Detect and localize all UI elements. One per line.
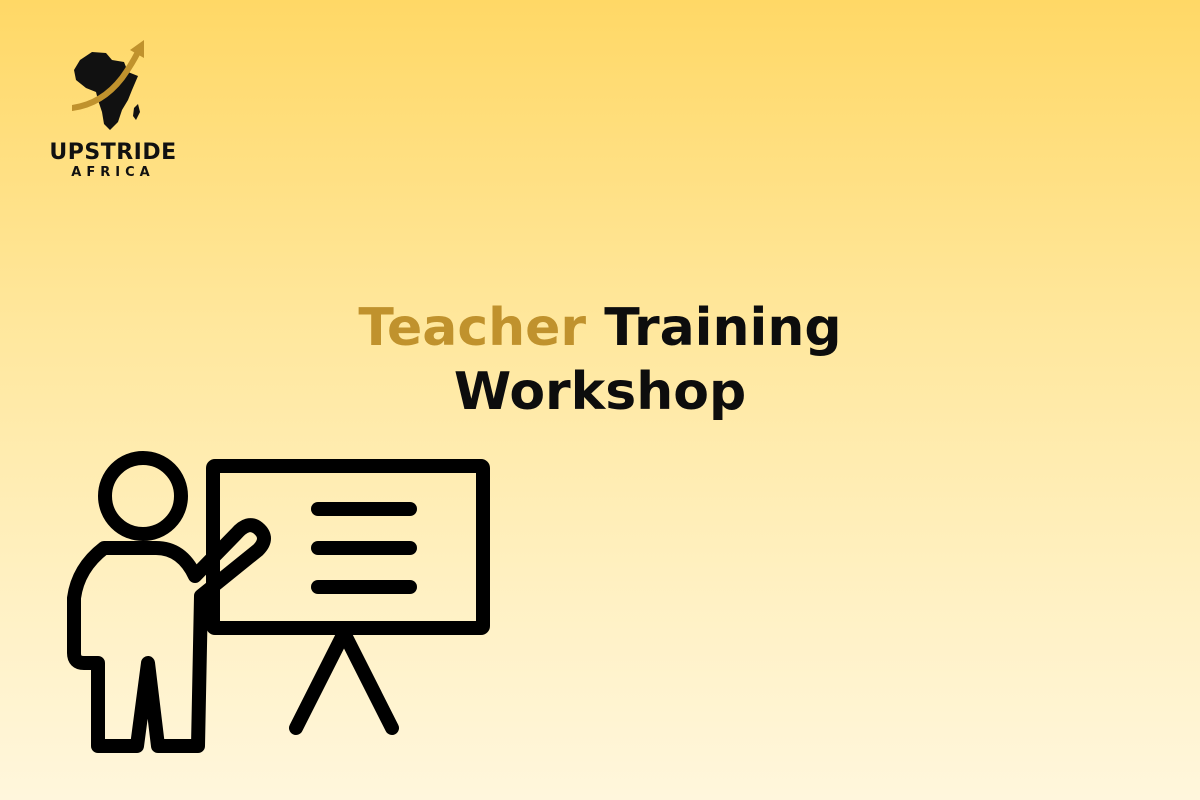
title-line-1: Teacher Training [300, 296, 900, 360]
brand-logo: UPSTRIDE AFRICA [38, 38, 188, 183]
title-accent-word: Teacher [358, 298, 587, 358]
brand-name: UPSTRIDE [49, 140, 177, 165]
title-word: Training [604, 298, 842, 358]
title-line-2: Workshop [453, 362, 747, 422]
africa-arrow-logo-icon [72, 40, 144, 130]
page-title: Teacher Training Workshop [300, 296, 900, 424]
teacher-presentation-icon [67, 451, 490, 753]
brand-subtitle: AFRICA [71, 165, 155, 180]
